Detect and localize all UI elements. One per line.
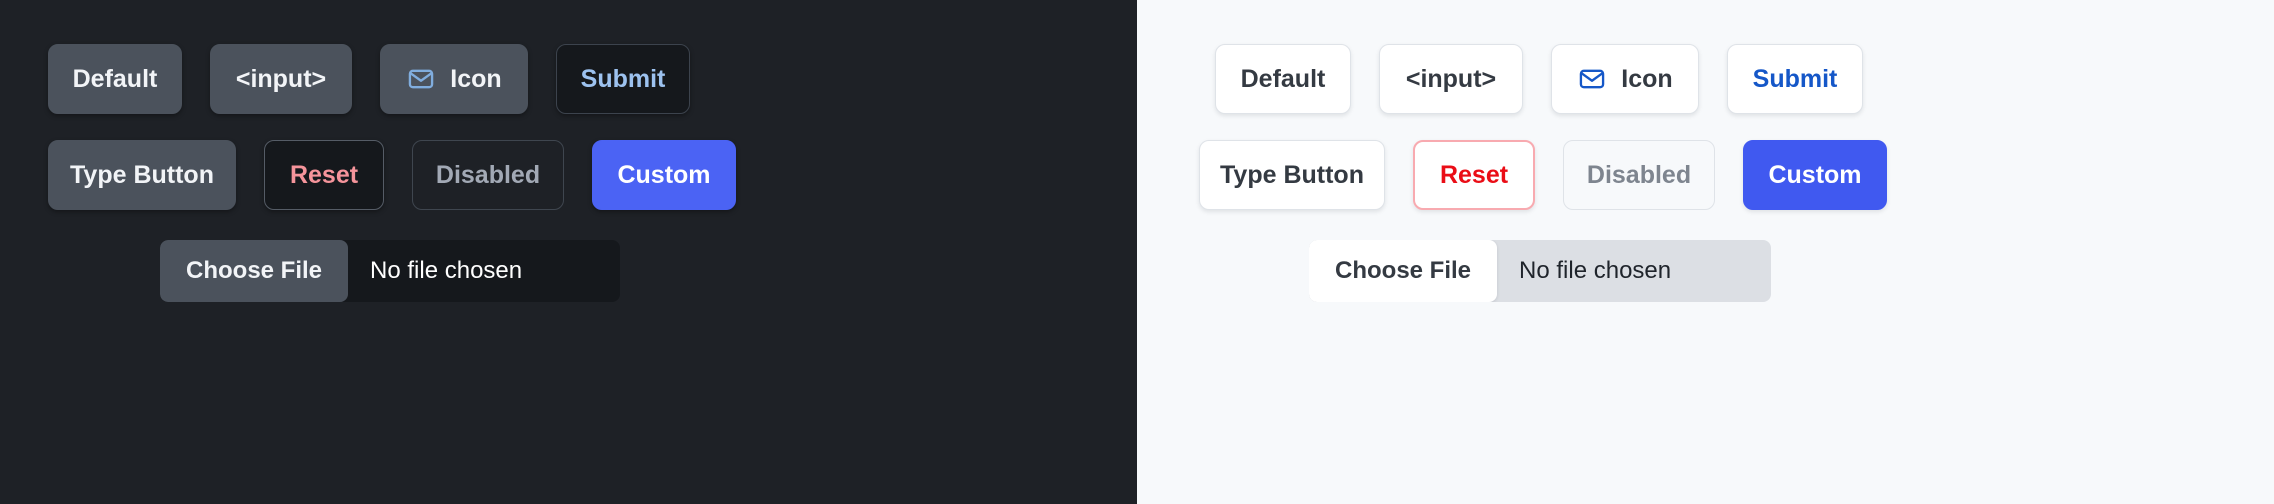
submit-button-label: Submit — [1752, 64, 1838, 93]
reset-button-label: Reset — [1439, 160, 1509, 189]
disabled-button-label: Disabled — [435, 160, 541, 189]
theme-comparison-viewport: Default <input> Icon Submit Type Button … — [0, 0, 2274, 504]
disabled-button-label: Disabled — [1586, 160, 1692, 189]
button-row-primary: Default <input> Icon Submit — [0, 44, 1137, 114]
custom-button[interactable]: Custom — [592, 140, 736, 210]
dark-theme-panel: Default <input> Icon Submit Type Button … — [0, 0, 1137, 504]
disabled-button: Disabled — [1563, 140, 1715, 210]
button-row-file: Choose File No file chosen — [1137, 240, 2274, 302]
envelope-icon — [406, 64, 436, 94]
default-button[interactable]: Default — [1215, 44, 1351, 114]
icon-button[interactable]: Icon — [380, 44, 528, 114]
submit-button[interactable]: Submit — [556, 44, 690, 114]
file-status-label: No file chosen — [1519, 257, 1672, 284]
envelope-icon — [1577, 64, 1607, 94]
light-theme-panel: Default <input> Icon Submit Type Button … — [1137, 0, 2274, 504]
button-row-primary: Default <input> Icon Submit — [1137, 44, 2274, 114]
icon-button-label: Icon — [1621, 64, 1673, 93]
type-button[interactable]: Type Button — [48, 140, 236, 210]
button-row-file: Choose File No file chosen — [0, 240, 1137, 302]
reset-button-label: Reset — [289, 160, 359, 189]
default-button[interactable]: Default — [48, 44, 182, 114]
custom-button-label: Custom — [617, 160, 711, 189]
file-input[interactable]: Choose File No file chosen — [160, 240, 620, 302]
default-button-label: Default — [1240, 64, 1326, 93]
input-button-label: <input> — [235, 64, 327, 93]
submit-button-label: Submit — [580, 64, 666, 93]
custom-button-label: Custom — [1768, 160, 1862, 189]
button-row-secondary: Type Button Reset Disabled Custom — [0, 140, 1137, 210]
type-button[interactable]: Type Button — [1199, 140, 1385, 210]
input-button[interactable]: <input> — [1379, 44, 1523, 114]
input-button[interactable]: <input> — [210, 44, 352, 114]
choose-file-button[interactable]: Choose File — [1309, 240, 1498, 302]
icon-button-label: Icon — [450, 64, 502, 93]
type-button-label: Type Button — [70, 160, 214, 189]
submit-button[interactable]: Submit — [1727, 44, 1863, 114]
custom-button[interactable]: Custom — [1743, 140, 1887, 210]
reset-button[interactable]: Reset — [264, 140, 384, 210]
reset-button[interactable]: Reset — [1413, 140, 1535, 210]
file-status-label: No file chosen — [370, 257, 523, 284]
file-input[interactable]: Choose File No file chosen — [1309, 240, 1771, 302]
choose-file-button[interactable]: Choose File — [160, 240, 349, 302]
icon-button[interactable]: Icon — [1551, 44, 1699, 114]
type-button-label: Type Button — [1220, 160, 1364, 189]
default-button-label: Default — [72, 64, 158, 93]
button-row-secondary: Type Button Reset Disabled Custom — [1137, 140, 2274, 210]
input-button-label: <input> — [1405, 64, 1497, 93]
disabled-button: Disabled — [412, 140, 564, 210]
